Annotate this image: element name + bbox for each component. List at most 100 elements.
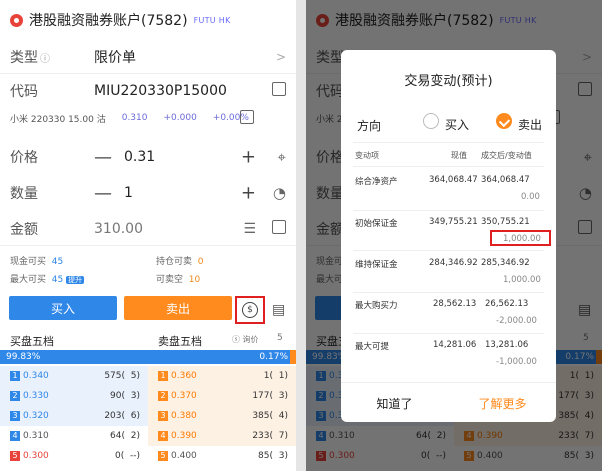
order-type-row[interactable]: 类型 ⓘ 限价单 >: [0, 40, 296, 74]
qty-input[interactable]: 1: [124, 185, 296, 201]
dropdown-box-icon[interactable]: [272, 219, 286, 238]
order-book: 1 0.340 575( 5) 1 0.360 1( 1) 2 0.330 90( 3) 2…: [0, 366, 296, 466]
ask-level[interactable]: 2 0.370 177( 3): [148, 386, 296, 406]
row-change: 1,000.00: [503, 275, 541, 285]
bid-ask-ratio-bar: 99.83% 0.17%: [0, 350, 296, 364]
ask-ratio: 0.17%: [259, 352, 288, 362]
price-row: 价格 — 0.31 + ⌖: [0, 140, 296, 174]
amount-row: 金额 310.00 ☰: [0, 212, 296, 246]
code-label: 代码: [10, 84, 38, 100]
orders-list-icon[interactable]: ▤: [272, 302, 285, 318]
sell-radio[interactable]: [496, 113, 512, 129]
row-current: 364,068.47: [429, 175, 478, 185]
price-label: 价格: [10, 150, 38, 166]
bid-level[interactable]: 2 0.330 90( 3): [0, 386, 148, 406]
quote-last: 0.310: [121, 113, 148, 123]
account-header[interactable]: 港股融资融券账户(7582) FUTU HK: [0, 0, 296, 40]
quote-request-link[interactable]: ⓢ 询价: [232, 334, 259, 345]
bid-level[interactable]: 50.3000( --): [0, 446, 148, 466]
bid-level[interactable]: 40.31064( 2): [0, 426, 148, 446]
sell-button[interactable]: 卖出: [124, 296, 232, 320]
contract-list-icon[interactable]: [272, 82, 286, 100]
code-row[interactable]: 代码 MIU220330P15000: [0, 74, 296, 108]
trade-impact-dialog: 交易变动(预计) 方向 买入 卖出 变动项 现值 成交后/变动值 综合净资产 3…: [341, 50, 556, 422]
dialog-footer: 知道了 了解更多: [341, 382, 556, 422]
col-after-header: 成交后/变动值: [481, 151, 532, 160]
target-icon[interactable]: ⌖: [278, 148, 286, 166]
book-row: 2 0.330 90( 3) 2 0.370 177( 3): [0, 386, 296, 406]
book-row: 40.31064( 2) 40.390233( 7): [0, 426, 296, 446]
qty-minus-button[interactable]: —: [94, 183, 112, 204]
boost-button[interactable]: 提升: [66, 276, 85, 284]
row-current: 14,281.06: [433, 340, 477, 350]
type-label: 类型: [10, 49, 38, 66]
gauge-icon[interactable]: ◔: [273, 184, 286, 202]
order-panel-with-dialog: 港股融资融券账户(7582) FUTU HK 类型 > 代码 小米 220330…: [306, 0, 602, 471]
row-after: 26,562.13: [485, 299, 529, 309]
divider: [353, 210, 544, 211]
sell-radio-label[interactable]: 卖出: [518, 116, 542, 133]
trade-impact-icon[interactable]: $: [242, 302, 258, 318]
sliders-icon[interactable]: ☰: [243, 221, 256, 237]
hold-sell-info: 持仓可卖 0: [156, 257, 204, 267]
col-current-header: 现值: [451, 151, 467, 160]
row-change: -2,000.00: [496, 316, 537, 326]
qty-label: 数量: [10, 186, 38, 202]
row-item: 最大购买力: [355, 301, 398, 311]
ok-button[interactable]: 知道了: [341, 383, 448, 423]
row-after: 285,346.92: [481, 258, 530, 268]
divider: [353, 333, 544, 334]
row-after: 364,068.47: [481, 175, 530, 185]
row-change: 0.00: [521, 192, 540, 202]
book-row: 3 0.320 203( 6) 3 0.380 385( 4): [0, 406, 296, 426]
ask-level[interactable]: 40.390233( 7): [148, 426, 296, 446]
short-info: 可卖空 10: [156, 275, 201, 285]
divider: [353, 292, 544, 293]
broker-tag: FUTU HK: [193, 15, 231, 25]
bid-level[interactable]: 3 0.320 203( 6): [0, 406, 148, 426]
bid-level[interactable]: 1 0.340 575( 5): [0, 366, 148, 386]
depth-toggle[interactable]: 5: [277, 333, 283, 343]
divider: [353, 142, 544, 143]
price-input[interactable]: 0.31: [124, 149, 296, 165]
quote-change: +0.000: [163, 113, 197, 123]
buy-button[interactable]: 买入: [9, 296, 117, 320]
ask-level[interactable]: 3 0.380 385( 4): [148, 406, 296, 426]
qty-row: 数量 — 1 + ◔: [0, 176, 296, 210]
type-value: 限价单: [94, 49, 136, 66]
ask-level[interactable]: 50.40085( 3): [148, 446, 296, 466]
row-after: 13,281.06: [485, 340, 529, 350]
cash-buy-info: 现金可买 45: [10, 257, 64, 267]
ask-level[interactable]: 1 0.360 1( 1): [148, 366, 296, 386]
qty-plus-button[interactable]: +: [241, 183, 256, 204]
row-current: 349,755.21: [429, 217, 478, 227]
learn-more-button[interactable]: 了解更多: [449, 383, 556, 423]
row-after: 350,755.21: [481, 217, 530, 227]
price-minus-button[interactable]: —: [94, 147, 112, 168]
account-logo-icon: [10, 13, 23, 27]
info-icon: ⓘ: [40, 53, 50, 65]
book-row: 50.3000( --) 50.40085( 3): [0, 446, 296, 466]
buy-radio-label[interactable]: 买入: [445, 116, 469, 133]
row-current: 284,346.92: [429, 258, 478, 268]
amount-label: 金额: [10, 221, 38, 238]
row-change: -1,000.00: [496, 357, 537, 367]
chart-icon[interactable]: [240, 109, 270, 127]
bid-ratio: 99.83%: [0, 350, 290, 364]
dialog-title: 交易变动(预计): [404, 74, 493, 89]
highlight-box: [490, 230, 551, 246]
book-row: 1 0.340 575( 5) 1 0.360 1( 1): [0, 366, 296, 386]
quote-row: 小米 220330 15.00 沽 0.310 +0.000 +0.00%: [0, 107, 296, 129]
ask-ratio-bar: [290, 350, 296, 364]
chevron-right-icon: >: [275, 49, 286, 64]
buy-radio[interactable]: [423, 113, 439, 129]
max-buy-info: 最大可买 45 提升: [10, 275, 85, 285]
divider: [353, 166, 544, 167]
price-plus-button[interactable]: +: [241, 147, 256, 168]
quote-name: 小米 220330 15.00 沽: [10, 114, 106, 125]
row-item: 维持保证金: [355, 260, 398, 270]
row-item: 最大可提: [355, 342, 390, 352]
ask-title: 卖盘五档: [158, 335, 202, 348]
row-current: 28,562.13: [433, 299, 477, 309]
code-value[interactable]: MIU220330P15000: [94, 83, 296, 99]
